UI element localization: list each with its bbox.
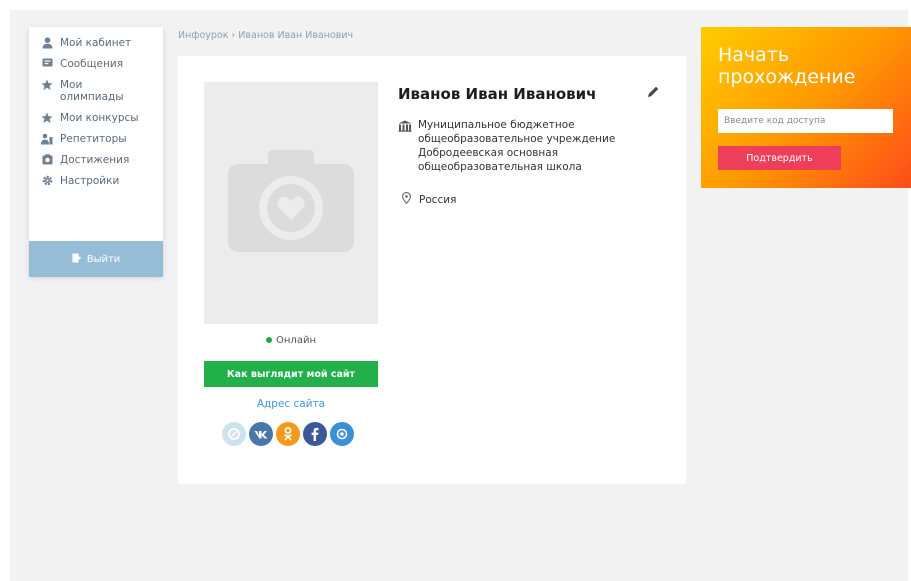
link-icon[interactable] [222, 422, 246, 446]
online-status-label: Онлайн [276, 335, 316, 346]
logout-button[interactable]: Выйти [29, 241, 163, 277]
view-my-site-button[interactable]: Как выглядит мой сайт [204, 361, 378, 387]
location-pin-icon [401, 191, 412, 207]
confirm-button[interactable]: Подтвердить [718, 146, 841, 170]
profile-card: Онлайн Как выглядит мой сайт Адрес сайта… [178, 56, 686, 484]
sidebar-item-messages[interactable]: Сообщения [41, 58, 163, 70]
breadcrumb[interactable]: Инфоурок › Иванов Иван Иванович [178, 30, 353, 41]
logout-icon [72, 253, 82, 266]
country-name: Россия [419, 193, 457, 206]
site-address-link[interactable]: Адрес сайта [204, 398, 378, 410]
social-links [222, 422, 354, 446]
gear-icon [41, 175, 53, 186]
sidebar-item-label: Достижения [60, 154, 130, 166]
sidebar-item-label: Мои конкурсы [60, 112, 139, 124]
sidebar-item-label: Мои олимпиады [60, 79, 124, 103]
star-icon [41, 79, 53, 91]
sidebar-item-olympiads[interactable]: Мои олимпиады [41, 79, 163, 103]
sidebar-item-label: Сообщения [60, 58, 124, 70]
online-status: Онлайн [204, 335, 378, 346]
start-test-title: Начать прохождение [718, 44, 856, 88]
star-icon [41, 112, 53, 124]
country-info: Россия [401, 191, 457, 207]
vk-icon[interactable] [249, 422, 273, 446]
sidebar-menu: Мой кабинет Сообщения Мои олимпиады Мои … [29, 27, 163, 187]
profile-photo-placeholder [204, 82, 378, 324]
sidebar: Мой кабинет Сообщения Мои олимпиады Мои … [29, 27, 163, 277]
organization-info: Муниципальное бюджетное общеобразователь… [398, 118, 658, 174]
camera-icon [228, 150, 354, 256]
mail-icon[interactable] [330, 422, 354, 446]
message-icon [41, 58, 53, 68]
access-code-input[interactable] [718, 109, 893, 133]
school-icon [398, 120, 412, 174]
profile-name: Иванов Иван Иванович [398, 85, 597, 103]
sidebar-item-contests[interactable]: Мои конкурсы [41, 112, 163, 124]
facebook-icon[interactable] [303, 422, 327, 446]
sidebar-item-achievements[interactable]: Достижения [41, 154, 163, 166]
user-icon [41, 37, 53, 49]
sidebar-item-label: Настройки [60, 175, 120, 187]
pencil-icon[interactable] [646, 84, 660, 103]
odnoklassniki-icon[interactable] [276, 422, 300, 446]
sidebar-item-tutors[interactable]: Репетиторы [41, 133, 163, 145]
online-dot-icon [266, 337, 273, 343]
sidebar-item-cabinet[interactable]: Мой кабинет [41, 37, 163, 49]
sidebar-item-label: Мой кабинет [60, 37, 132, 49]
achievement-icon [41, 154, 53, 165]
organization-name: Муниципальное бюджетное общеобразователь… [418, 119, 616, 173]
start-test-panel: Начать прохождение Подтвердить [701, 27, 911, 188]
sidebar-item-settings[interactable]: Настройки [41, 175, 163, 187]
tutors-icon [41, 133, 53, 145]
sidebar-item-label: Репетиторы [60, 133, 127, 145]
logout-label: Выйти [86, 253, 121, 265]
